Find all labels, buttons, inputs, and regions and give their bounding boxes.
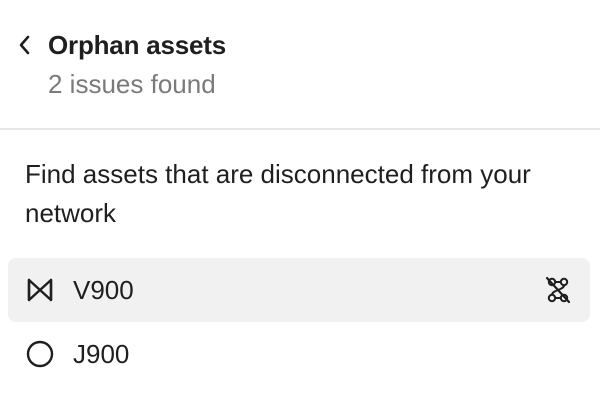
asset-item-j900[interactable]: J900 (8, 322, 590, 386)
issues-count: 2 issues found (48, 69, 216, 99)
disconnected-route-icon[interactable] (542, 274, 574, 306)
asset-label: V900 (73, 275, 134, 305)
header-divider (0, 128, 600, 130)
junction-circle-icon (25, 339, 55, 369)
asset-list: V900 J900 (8, 258, 590, 386)
page-title: Orphan assets (48, 30, 227, 60)
description-text: Find assets that are disconnected from y… (25, 159, 531, 228)
asset-item-v900[interactable]: V900 (8, 258, 590, 322)
chevron-left-icon (17, 34, 33, 56)
asset-label: J900 (73, 339, 130, 369)
back-button[interactable] (10, 30, 40, 60)
panel-header: Orphan assets 2 issues found (0, 0, 600, 128)
valve-icon (25, 275, 55, 305)
